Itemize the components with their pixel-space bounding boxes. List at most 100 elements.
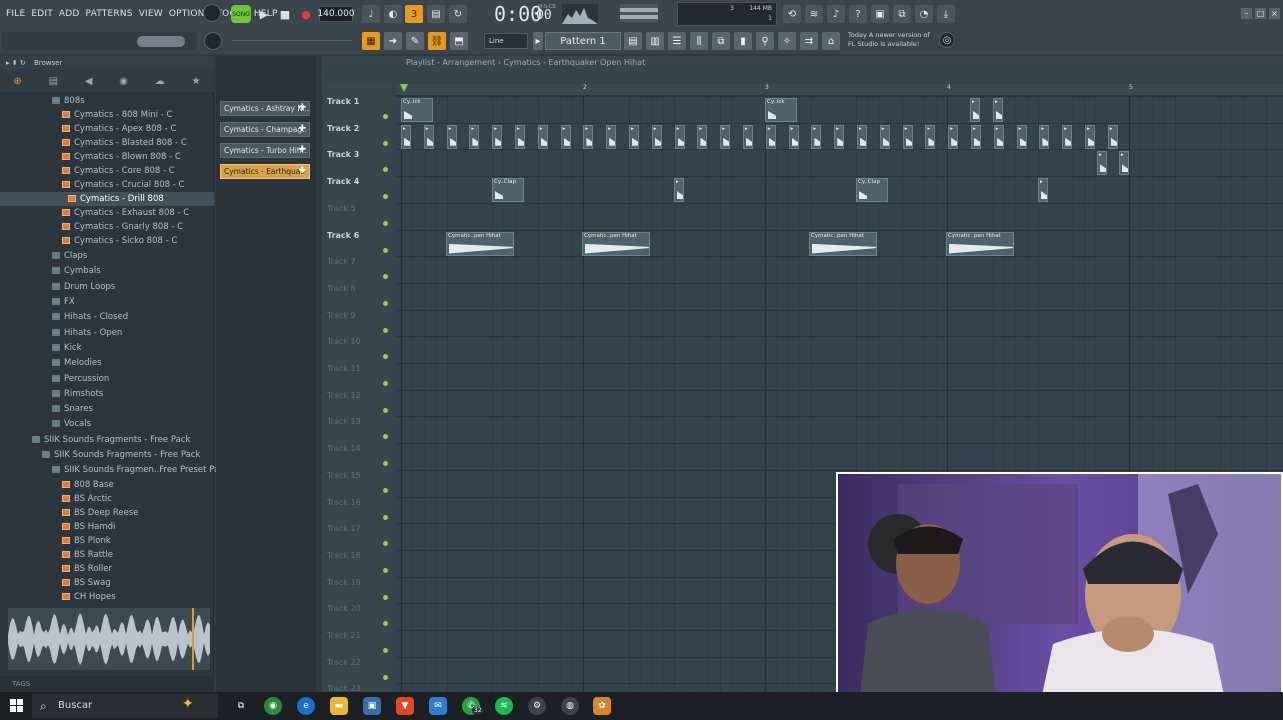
audio-clip[interactable]: ▸ <box>993 124 1004 149</box>
chrome-icon[interactable]: ◉ <box>264 697 282 715</box>
audio-clip[interactable]: ▸ <box>674 124 685 149</box>
track-header[interactable]: Track 18 <box>327 551 361 577</box>
track-header[interactable]: Track 9 <box>327 311 356 337</box>
plugin-icon[interactable]: ⧉ <box>893 5 911 23</box>
sample-preview-waveform[interactable] <box>8 608 210 670</box>
file-explorer-icon[interactable]: ▬ <box>330 697 348 715</box>
audio-clip[interactable]: ▸ <box>993 98 1003 122</box>
stamp-tool-icon[interactable]: ⬒ <box>450 32 468 50</box>
menu-patterns[interactable]: PATTERNS <box>86 9 133 19</box>
audio-clip[interactable]: Cy..Clap <box>856 178 888 203</box>
browser-cloud-tab-icon[interactable]: ☁ <box>155 76 165 87</box>
piano-roll-icon[interactable]: ▥ <box>646 32 664 50</box>
track-mute-led[interactable] <box>383 167 388 173</box>
picker-clip[interactable]: Cymatics - Earthqua.. ✚ <box>220 164 310 179</box>
track-mute-led[interactable] <box>383 648 388 653</box>
track-mute-led[interactable] <box>383 194 388 200</box>
arrow-tool-icon[interactable]: ➜ <box>384 32 402 50</box>
sample-row[interactable]: BS Arctic <box>0 492 214 506</box>
sample-row[interactable]: BS Plonk <box>0 534 214 548</box>
pattern-song-toggle[interactable] <box>203 4 221 22</box>
timeline-ruler[interactable]: 2 3 4 5 <box>396 84 1283 96</box>
sample-row[interactable]: Cymatics - Crucial 808 - C <box>0 178 214 192</box>
sample-row[interactable]: Cymatics - 808 Mini - C <box>0 108 214 122</box>
track-header[interactable]: Track 6 <box>327 231 359 257</box>
audio-clip[interactable]: ▸ <box>1107 124 1118 149</box>
master-volume-knob[interactable] <box>137 36 185 47</box>
sample-row[interactable]: Cymatics - Blown 808 - C <box>0 150 214 164</box>
audio-clip[interactable]: Cy..ick <box>765 98 797 122</box>
track-mute-led[interactable] <box>383 381 388 386</box>
mic-icon[interactable]: ♪ <box>827 5 845 23</box>
maximize-icon[interactable]: □ <box>1255 8 1266 19</box>
audio-clip[interactable]: ▸ <box>743 124 753 149</box>
track-mute-led[interactable] <box>383 247 388 253</box>
track-header[interactable]: Track 19 <box>327 578 361 604</box>
folder-row[interactable]: Percussion <box>0 372 214 386</box>
folder-row[interactable]: Kick <box>0 341 214 355</box>
snap-select[interactable]: Line <box>484 33 528 49</box>
menu-file[interactable]: FILE <box>6 9 25 19</box>
audio-clip[interactable]: ▸ <box>423 124 434 149</box>
audio-clip[interactable]: ▸ <box>446 124 457 149</box>
browser-audio-tab-icon[interactable]: ◀ <box>85 76 93 87</box>
audio-clip[interactable]: ▸ <box>925 124 936 149</box>
folder-row[interactable]: SIIK Sounds Fragments - Free Pack <box>0 433 214 447</box>
windows-start-icon[interactable] <box>10 699 23 712</box>
audio-clip[interactable]: ▸ <box>674 178 684 203</box>
folder-row[interactable]: Hihats - Closed <box>0 310 214 324</box>
download-icon[interactable]: ⤓ <box>937 5 955 23</box>
sample-row[interactable]: BS Deep Reese <box>0 506 214 520</box>
audio-clip[interactable]: ▸ <box>651 124 662 149</box>
folder-row[interactable]: Claps <box>0 249 214 263</box>
brave-icon[interactable]: ▼ <box>396 697 414 715</box>
countdown-icon[interactable]: 3 <box>405 5 423 23</box>
recording-icon[interactable]: ⌂ <box>822 32 840 50</box>
undo-icon[interactable]: ⟲ <box>783 5 801 23</box>
picker-clip[interactable]: Cymatics - Turbo Hih.. ✚ <box>220 143 310 158</box>
track-mute-led[interactable] <box>383 300 388 306</box>
track-header[interactable]: Track 12 <box>327 391 361 417</box>
audio-clip[interactable]: ▸ <box>697 124 708 149</box>
audio-clip[interactable]: ▸ <box>970 98 980 122</box>
browser-plugins-tab-icon[interactable]: ◉ <box>119 76 128 87</box>
record-icon[interactable]: ● <box>298 6 314 22</box>
audio-clip[interactable]: ▸ <box>948 124 959 149</box>
folder-row[interactable]: 808s <box>0 94 214 108</box>
track-mute-led[interactable] <box>383 114 388 119</box>
wait-input-icon[interactable]: ◐ <box>384 5 402 23</box>
audio-clip[interactable]: ▸ <box>537 124 548 149</box>
news-panel[interactable]: Today A newer version of FL Studio is av… <box>848 31 930 49</box>
audio-clip[interactable]: ▸ <box>765 124 776 149</box>
minimize-icon[interactable]: – <box>1241 8 1252 19</box>
tags-bar[interactable]: TAGS <box>0 676 214 692</box>
pattern-selector[interactable]: Pattern 1 <box>545 32 621 50</box>
audio-clip[interactable]: ▸ <box>1119 151 1129 176</box>
audio-clip[interactable]: ▸ <box>902 124 913 149</box>
audio-clip[interactable]: ▸ <box>583 124 594 149</box>
audio-clip[interactable]: ▸ <box>811 124 822 149</box>
track-mute-led[interactable] <box>383 327 388 333</box>
track-header[interactable]: Track 15 <box>327 471 361 497</box>
track-header[interactable]: Track 20 <box>327 604 361 630</box>
touch-keyboard-icon[interactable]: ✧ <box>778 32 796 50</box>
audio-clip[interactable]: Cymatic..pen Hihat <box>809 231 877 256</box>
sample-row[interactable]: CH Hopes <box>0 590 214 604</box>
track-header[interactable]: Track 4 <box>327 177 359 203</box>
fl-studio-icon[interactable]: ✿ <box>593 697 611 715</box>
sample-row[interactable]: Cymatics - Gnarly 808 - C <box>0 220 214 234</box>
playlist-toggle-icon[interactable]: ▦ <box>362 32 380 50</box>
folder-row[interactable]: Snares <box>0 402 214 416</box>
audio-clip[interactable]: ▸ <box>1038 178 1048 203</box>
add-clip-icon[interactable]: ✚ <box>298 165 306 178</box>
sample-row[interactable]: Cymatics - Drill 808 <box>0 192 214 206</box>
track-header[interactable]: Track 1 <box>327 97 359 123</box>
folder-row[interactable]: Cymbals <box>0 264 214 278</box>
track-header[interactable]: Track 3 <box>327 150 359 176</box>
link-tool-icon[interactable]: ⛓ <box>428 32 446 50</box>
audio-clip[interactable]: ▸ <box>492 124 503 149</box>
stop-icon[interactable]: ■ <box>277 6 293 22</box>
add-clip-icon[interactable]: ✚ <box>298 102 306 115</box>
song-position-marker[interactable] <box>400 84 408 92</box>
track-mute-led[interactable] <box>383 621 388 627</box>
